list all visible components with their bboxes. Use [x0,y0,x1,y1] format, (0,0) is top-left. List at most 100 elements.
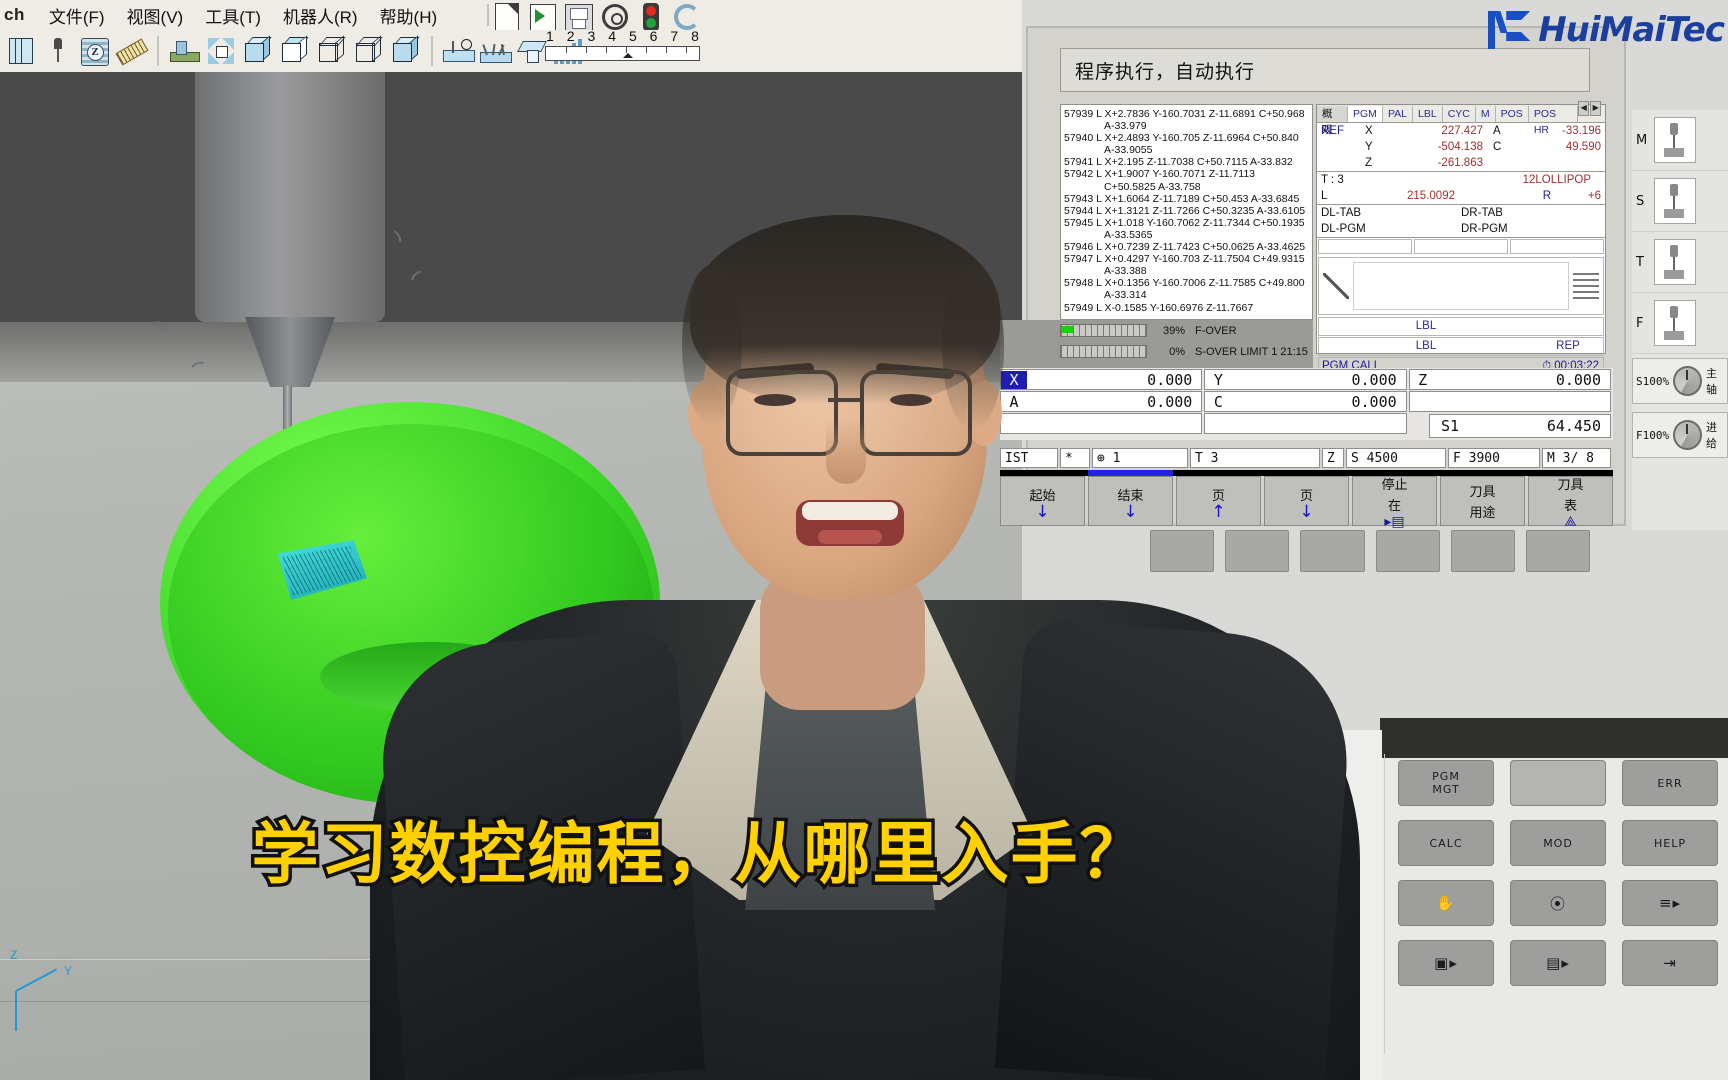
nc-line-cont: A-33.9055 [1104,144,1153,157]
vpanel-t: T [1632,232,1728,293]
logo-mark-icon [1488,8,1532,52]
refresh-icon[interactable] [672,1,702,31]
menu-view[interactable]: 视图(V) [127,3,184,28]
coolant-icon[interactable] [441,34,475,68]
menu-file[interactable]: 文件(F) [49,3,105,28]
shaded-view-icon[interactable] [278,34,312,68]
vpanel-m-icon [1654,117,1696,163]
fit-view-icon[interactable] [204,34,238,68]
measure-ruler-icon[interactable] [115,34,149,68]
tab-pal[interactable]: PAL [1383,105,1414,122]
rep-label: REP [1556,340,1580,352]
feed-override-knob[interactable]: F100% 进给 [1632,412,1728,458]
menu-help[interactable]: 帮助(H) [380,3,438,28]
key-calc[interactable]: CALC [1398,820,1494,866]
nc-line: 57939 L X+2.7836 Y-160.7031 Z-11.6891 C+… [1064,108,1305,120]
stock-block-icon[interactable] [515,34,549,68]
save-icon[interactable] [564,1,594,32]
presenter-tongue [818,530,882,544]
tab-pgm[interactable]: PGM [1348,105,1383,122]
dr-pgm-label: DR-PGM [1461,223,1508,235]
ref-row-x: REF X 227.427 A -33.196 [1321,123,1601,139]
iso-view-icon[interactable] [389,34,423,68]
ref-value-y: -504.138 [1437,141,1483,153]
scale-tick-8: 8 [691,28,699,44]
scale-tick-7: 7 [670,28,679,44]
tab-pos[interactable]: POS [1496,105,1529,122]
key-datum[interactable]: ⇥ [1622,940,1718,986]
key-single-block[interactable]: ≡▸ [1622,880,1718,926]
softkey-tool-usage[interactable]: 刀具 用途 [1440,476,1525,526]
tab-cyc[interactable]: CYC [1443,105,1476,122]
key-program-run[interactable]: ▣▸ [1398,940,1494,986]
menu-robot[interactable]: 机器人(R) [283,3,358,28]
main-toolbar: Z [0,30,1040,72]
new-file-icon[interactable] [492,1,522,32]
radius-label: R [1542,190,1551,202]
vpanel-f-icon [1654,300,1696,346]
tab-scroll-arrows[interactable]: ◀ ▶ [1578,100,1605,127]
vpanel-m: M [1632,110,1728,171]
stock-layers-icon[interactable] [4,34,38,68]
scale-tick-2: 2 [566,28,575,44]
tab-pos-hr[interactable]: POS HR [1529,105,1579,136]
tab-lbl[interactable]: LBL [1413,105,1443,122]
key-help[interactable]: HELP [1622,820,1718,866]
vpanel-s-label: S [1636,193,1645,209]
ref-axis-x: X [1365,125,1373,137]
key-mod[interactable]: MOD [1510,820,1606,866]
key-err[interactable]: ERR [1622,760,1718,806]
spindle-override-cn-label: 主轴 [1705,367,1717,396]
tab-overview[interactable]: 概观 [1317,105,1349,136]
dro-blank-1 [1408,391,1611,412]
tool-measure-icon [1573,273,1599,299]
tab-scroll-right-icon: ▶ [1590,100,1602,116]
key-pgm-mgt[interactable]: PGM MGT [1398,760,1494,806]
z-stock-icon[interactable]: Z [78,34,112,68]
feed-knob-dial[interactable] [1673,420,1702,450]
empty-field-2 [1414,239,1508,254]
scale-pointer[interactable] [623,48,633,58]
vpanel-t-label: T [1636,254,1644,270]
presenter-glasses-left [726,370,838,456]
spindle-override-knob[interactable]: S100% 主轴 [1632,358,1728,404]
menu-tools[interactable]: 工具(T) [205,3,261,28]
key-mdi[interactable]: ▤▸ [1510,940,1606,986]
cnc-mode-title: 程序执行，自动执行 [1060,48,1590,92]
solid-view-icon[interactable] [241,34,275,68]
key-manual[interactable]: ✋ [1398,880,1494,926]
hardkey-6[interactable] [1525,530,1591,572]
override-knob-panel: S100% 主轴 F100% 进给 [1632,358,1728,518]
key-blank[interactable] [1510,760,1606,806]
settings-gear-icon[interactable] [600,1,630,31]
dro-z-key: Z [1418,370,1428,389]
open-file-icon[interactable] [528,1,558,32]
radius-value: +6 [1587,190,1601,202]
ref-axis-y: Y [1365,141,1373,153]
softkey-tool-table[interactable]: 刀具 表 ⟁ [1528,476,1613,529]
wireframe-view-icon[interactable] [315,34,349,68]
status-feed: F 3900 [1448,448,1540,468]
hardkey-5[interactable] [1450,530,1515,572]
presenter-mouth [796,500,904,546]
key-handwheel[interactable]: ⦿ [1510,880,1606,926]
speed-scale-ruler[interactable]: 1 2 3 4 5 6 7 8 [545,28,700,70]
scale-tick-3: 3 [587,28,596,44]
toolbar-divider [487,4,489,26]
scale-tick-6: 6 [649,28,658,44]
status-tab-bar[interactable]: 概观 PGM PAL LBL CYC M POS POS HR ◀ ▶ [1317,100,1605,136]
machine-setup-icon[interactable] [167,34,201,68]
traffic-light-icon[interactable] [636,1,666,31]
ref-section: REF X 227.427 A -33.196 Y -504.138 C 49.… [1317,123,1605,172]
tab-m[interactable]: M [1476,105,1496,122]
huimaitech-logo: HuiMaiTec [1488,8,1725,52]
spindle-knob-dial[interactable] [1673,366,1702,396]
ref-row-z: Z -261.863 [1321,155,1601,171]
tool-holder-icon[interactable] [41,34,75,68]
chip-removal-icon[interactable] [478,34,512,68]
hidden-line-icon[interactable] [352,34,386,68]
vpanel-f-label: F [1636,315,1644,331]
spindle-speed-box: S1 64.450 [1429,414,1611,438]
toolbar-divider-2 [157,36,159,66]
spindle-value: 64.450 [1546,417,1601,435]
